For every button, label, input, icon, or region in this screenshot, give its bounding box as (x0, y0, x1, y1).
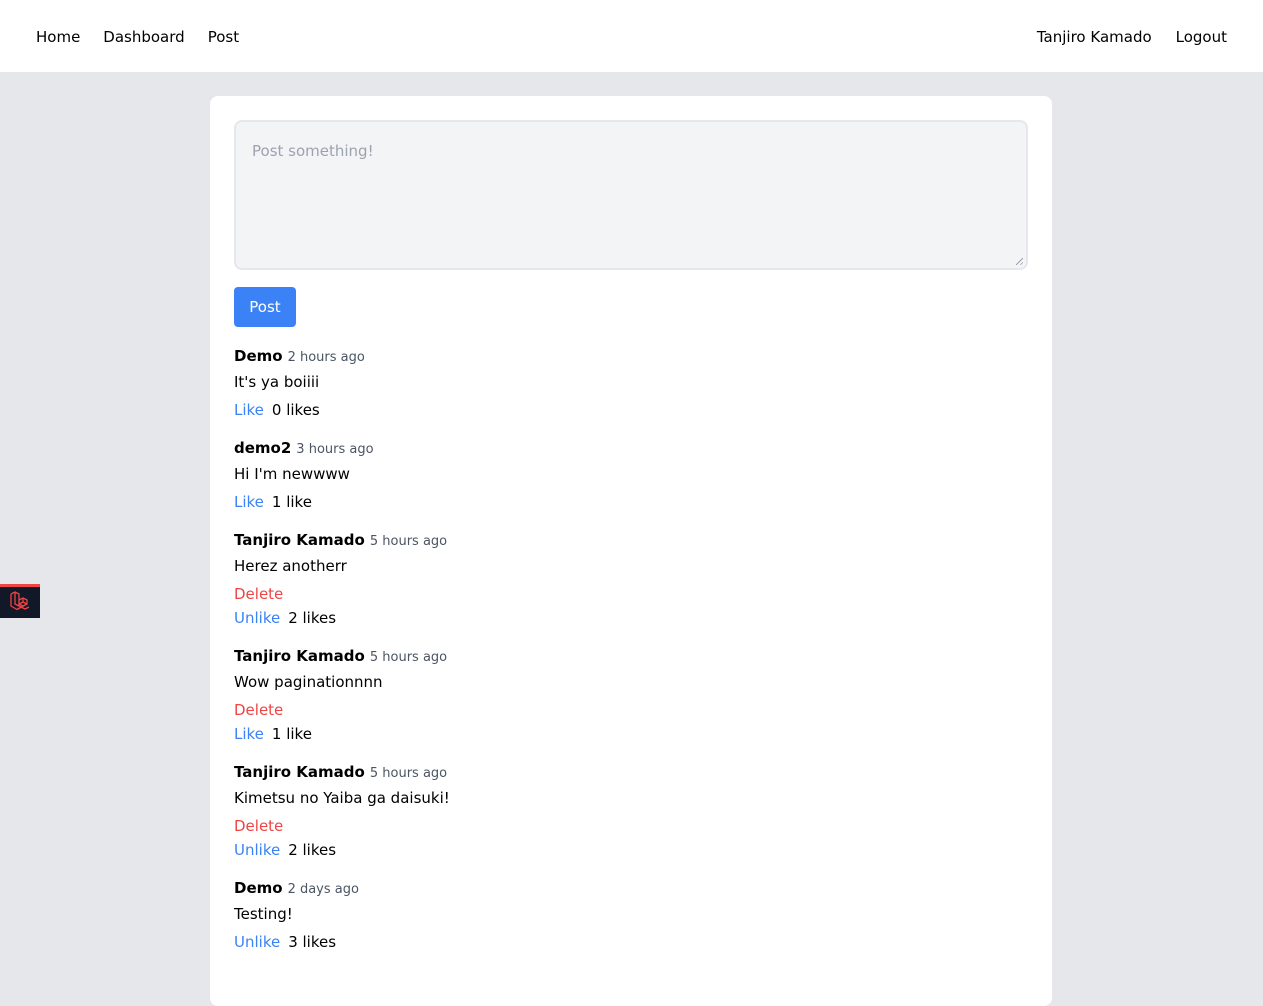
like-row: Like 0 likes (234, 400, 365, 420)
post-header: Demo 2 hours ago (234, 346, 365, 368)
like-row: Like 1 like (234, 724, 447, 744)
resize-grip-icon[interactable] (1016, 258, 1023, 265)
laravel-logo-icon (9, 590, 31, 615)
post-textarea[interactable] (236, 122, 1026, 268)
like-button[interactable]: Like (234, 400, 264, 420)
post-header: Tanjiro Kamado 5 hours ago (234, 530, 447, 552)
unlike-button[interactable]: Unlike (234, 608, 280, 628)
user-nav: Tanjiro Kamado Logout (1037, 27, 1227, 47)
post-header: Demo 2 days ago (234, 878, 359, 900)
post-body: Herez anotherr (234, 557, 347, 575)
post-item: Tanjiro Kamado 5 hours ago Kimetsu no Ya… (234, 762, 450, 860)
post-timestamp: 2 days ago (287, 882, 359, 897)
like-count: 2 likes (288, 609, 337, 627)
like-row: Unlike 3 likes (234, 932, 359, 952)
like-count: 3 likes (288, 933, 337, 951)
nav-logout-link[interactable]: Logout (1176, 27, 1227, 47)
primary-nav: Home Dashboard Post (36, 27, 239, 47)
like-count: 1 like (271, 493, 312, 511)
post-header: demo2 3 hours ago (234, 438, 374, 460)
submit-post-button[interactable]: Post (234, 287, 296, 327)
post-timestamp: 3 hours ago (296, 442, 374, 457)
like-button[interactable]: Like (234, 724, 264, 744)
post-timestamp: 2 hours ago (287, 350, 365, 365)
unlike-button[interactable]: Unlike (234, 840, 280, 860)
post-body: Kimetsu no Yaiba ga daisuki! (234, 789, 450, 807)
delete-post-button[interactable]: Delete (234, 584, 447, 604)
posts-card: Post Demo 2 hours ago It's ya boiiii Lik… (210, 96, 1052, 1006)
post-author[interactable]: Tanjiro Kamado (234, 762, 365, 782)
post-body: Hi I'm newwww (234, 465, 350, 483)
post-author[interactable]: Tanjiro Kamado (234, 646, 365, 666)
top-navbar: Home Dashboard Post Tanjiro Kamado Logou… (0, 0, 1263, 72)
post-author[interactable]: Demo (234, 346, 283, 366)
like-button[interactable]: Like (234, 492, 264, 512)
nav-home-link[interactable]: Home (36, 27, 80, 47)
post-author[interactable]: Tanjiro Kamado (234, 530, 365, 550)
delete-post-button[interactable]: Delete (234, 816, 450, 836)
post-timestamp: 5 hours ago (369, 534, 448, 549)
post-timestamp: 5 hours ago (369, 766, 448, 781)
post-item: Tanjiro Kamado 5 hours ago Herez another… (234, 530, 447, 628)
post-body: It's ya boiiii (234, 373, 320, 391)
nav-post-link[interactable]: Post (208, 27, 239, 47)
like-count: 0 likes (271, 401, 320, 419)
post-item: Demo 2 days ago Testing! Unlike 3 likes (234, 878, 359, 952)
post-author[interactable]: demo2 (234, 438, 291, 458)
post-body: Testing! (234, 905, 293, 923)
post-composer (234, 120, 1028, 270)
post-item: Tanjiro Kamado 5 hours ago Wow paginatio… (234, 646, 447, 744)
post-header: Tanjiro Kamado 5 hours ago (234, 646, 447, 668)
like-count: 1 like (271, 725, 312, 743)
nav-dashboard-link[interactable]: Dashboard (103, 27, 184, 47)
post-header: Tanjiro Kamado 5 hours ago (234, 762, 450, 784)
post-author[interactable]: Demo (234, 878, 283, 898)
post-timestamp: 5 hours ago (369, 650, 448, 665)
post-body: Wow paginationnnn (234, 673, 383, 691)
like-row: Unlike 2 likes (234, 840, 450, 860)
debugbar-toggle[interactable] (0, 584, 40, 618)
unlike-button[interactable]: Unlike (234, 932, 280, 952)
post-item: demo2 3 hours ago Hi I'm newwww Like 1 l… (234, 438, 374, 512)
like-row: Like 1 like (234, 492, 374, 512)
post-item: Demo 2 hours ago It's ya boiiii Like 0 l… (234, 346, 365, 420)
nav-user-name-link[interactable]: Tanjiro Kamado (1037, 27, 1152, 47)
delete-post-button[interactable]: Delete (234, 700, 447, 720)
like-row: Unlike 2 likes (234, 608, 447, 628)
like-count: 2 likes (288, 841, 337, 859)
